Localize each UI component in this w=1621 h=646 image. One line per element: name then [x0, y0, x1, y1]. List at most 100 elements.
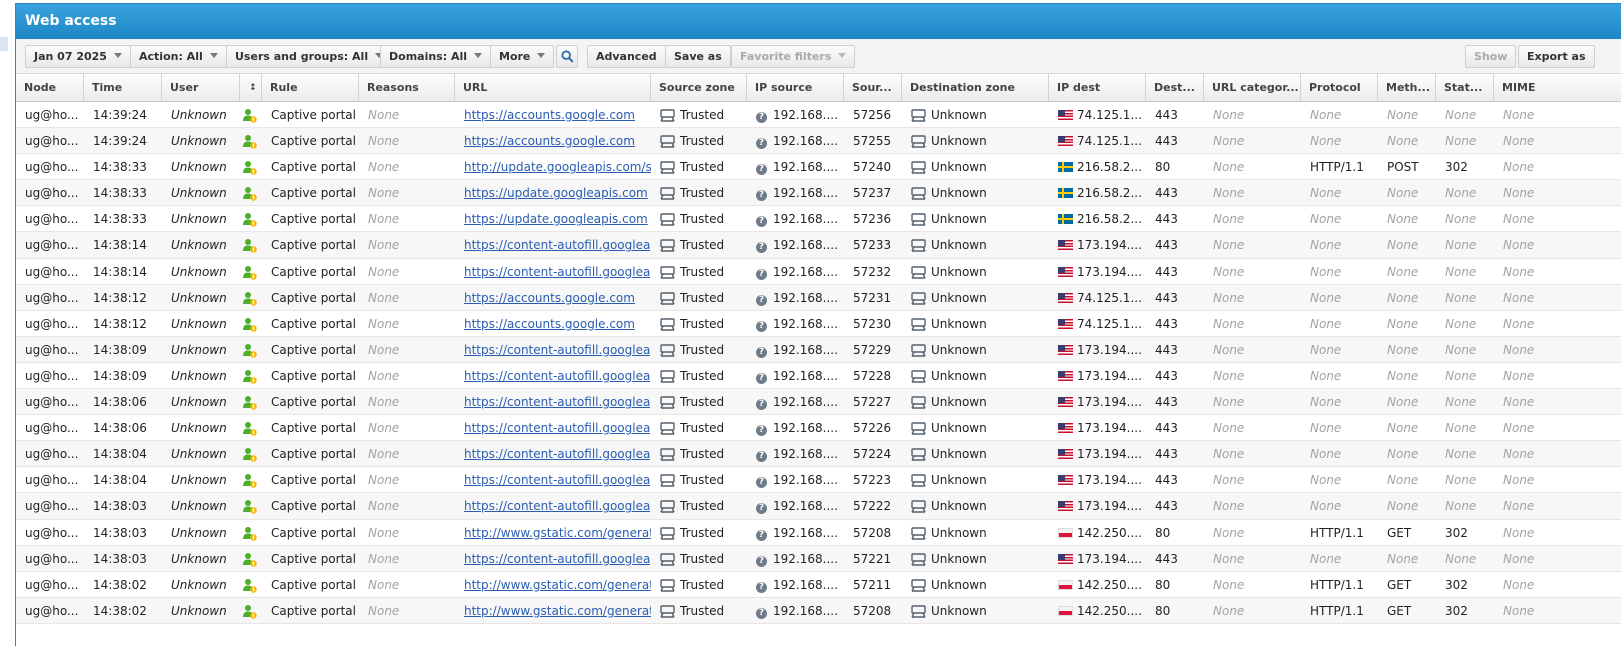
table-row[interactable]: ug@ho... 14:39:24 Unknown Captive portal…	[16, 102, 1621, 129]
table-row[interactable]: ug@ho... 14:38:02 Unknown Captive portal…	[16, 597, 1621, 624]
url-link[interactable]: https://accounts.google.com	[464, 317, 635, 331]
url-link[interactable]: https://content-autofill.googleap...	[464, 238, 651, 252]
url-link[interactable]: https://update.googleapis.com	[464, 212, 648, 226]
network-zone-icon	[911, 135, 926, 148]
table-row[interactable]: ug@ho... 14:38:33 Unknown Captive portal…	[16, 154, 1621, 181]
table-row[interactable]: ug@ho... 14:38:06 Unknown Captive portal…	[16, 389, 1621, 416]
user-auth-icon	[243, 213, 257, 228]
cell-ip-source: ? 192.168....	[747, 259, 844, 285]
ip-dest-label: 142.250....	[1077, 577, 1142, 592]
date-filter-button[interactable]: Jan 07 2025	[25, 45, 131, 68]
cell-time: 14:38:03	[93, 499, 147, 514]
advanced-button[interactable]: Advanced	[587, 45, 666, 68]
more-filter-button[interactable]: More	[490, 45, 555, 68]
url-link[interactable]: https://accounts.google.com	[464, 291, 635, 305]
column-header-destination-zone[interactable]: Destination zone	[902, 74, 1049, 102]
cell-node: ug@ho...	[25, 525, 79, 540]
table-row[interactable]: ug@ho... 14:38:33 Unknown Captive portal…	[16, 180, 1621, 207]
table-row[interactable]: ug@ho... 14:38:04 Unknown Captive portal…	[16, 467, 1621, 494]
column-header-time[interactable]: Time	[84, 74, 162, 102]
url-link[interactable]: https://content-autofill.googleap...	[464, 421, 651, 435]
export-as-button[interactable]: Export as	[1518, 45, 1595, 68]
cell-url-category: None	[1213, 525, 1245, 540]
column-header-status[interactable]: Stat...	[1436, 74, 1494, 102]
table-row[interactable]: ug@ho... 14:38:04 Unknown Captive portal…	[16, 441, 1621, 468]
ip-dest-label: 74.125.1...	[1077, 290, 1142, 305]
column-header-rule[interactable]: Rule	[262, 74, 359, 102]
destination-zone-label: Unknown	[931, 368, 987, 383]
column-header-method[interactable]: Meth...	[1378, 74, 1436, 102]
column-header-protocol[interactable]: Protocol	[1301, 74, 1378, 102]
cell-status: None	[1445, 316, 1477, 331]
table-row[interactable]: ug@ho... 14:38:03 Unknown Captive portal…	[16, 493, 1621, 520]
column-header-dest-port[interactable]: Dest...	[1146, 74, 1204, 102]
url-link[interactable]: https://content-autofill.googleap...	[464, 265, 651, 279]
table-row[interactable]: ug@ho... 14:39:24 Unknown Captive portal…	[16, 128, 1621, 155]
ip-source-label: 192.168....	[773, 134, 838, 149]
cell-time: 14:38:33	[93, 160, 147, 175]
url-link[interactable]: https://content-autofill.googleap...	[464, 499, 651, 513]
unknown-location-icon: ?	[756, 529, 767, 541]
domains-filter-button[interactable]: Domains: All	[380, 45, 492, 68]
cell-dest-port: 443	[1155, 238, 1178, 253]
table-row[interactable]: ug@ho... 14:38:09 Unknown Captive portal…	[16, 363, 1621, 390]
url-link[interactable]: https://content-autofill.googleap...	[464, 473, 651, 487]
country-flag-icon	[1058, 344, 1073, 355]
column-header-ip-dest[interactable]: IP dest	[1049, 74, 1146, 102]
column-header-url[interactable]: URL	[455, 74, 651, 102]
url-link[interactable]: https://content-autofill.googleap...	[464, 369, 651, 383]
cell-url-category: None	[1213, 577, 1245, 592]
cell-rule: Captive portal	[271, 551, 356, 566]
column-header-sort[interactable]: ↕	[240, 74, 262, 102]
table-row[interactable]: ug@ho... 14:38:03 Unknown Captive portal…	[16, 545, 1621, 572]
show-button[interactable]: Show	[1465, 45, 1517, 68]
url-link[interactable]: https://content-autofill.googleap...	[464, 552, 651, 566]
action-filter-button[interactable]: Action: All	[130, 45, 227, 68]
save-as-button[interactable]: Save as	[665, 45, 731, 68]
url-link[interactable]: http://www.gstatic.com/generat...	[464, 604, 651, 618]
url-link[interactable]: https://content-autofill.googleap...	[464, 447, 651, 461]
url-link[interactable]: http://www.gstatic.com/generat...	[464, 526, 651, 540]
url-link[interactable]: https://update.googleapis.com	[464, 186, 648, 200]
column-header-user[interactable]: User	[162, 74, 240, 102]
url-link[interactable]: https://accounts.google.com	[464, 134, 635, 148]
column-header-url-category[interactable]: URL categor...	[1204, 74, 1301, 102]
table-row[interactable]: ug@ho... 14:38:02 Unknown Captive portal…	[16, 572, 1621, 598]
column-header-ip-source[interactable]: IP source	[747, 74, 844, 102]
cell-ip-dest: 74.125.1...	[1049, 311, 1146, 337]
users-groups-filter-button[interactable]: Users and groups: All	[226, 45, 393, 68]
country-flag-icon	[1058, 553, 1073, 564]
column-header-source-port[interactable]: Sour...	[844, 74, 902, 102]
column-header-source-zone[interactable]: Source zone	[651, 74, 747, 102]
table-row[interactable]: ug@ho... 14:38:12 Unknown Captive portal…	[16, 284, 1621, 311]
network-zone-icon	[911, 344, 926, 357]
column-header-reasons[interactable]: Reasons	[359, 74, 455, 102]
search-button[interactable]	[556, 45, 578, 68]
destination-zone-label: Unknown	[931, 603, 987, 618]
cell-node: ug@ho...	[25, 368, 79, 383]
favorite-filters-button[interactable]: Favorite filters	[731, 45, 856, 68]
table-row[interactable]: ug@ho... 14:38:12 Unknown Captive portal…	[16, 311, 1621, 337]
cell-rule: Captive portal	[271, 134, 356, 149]
url-link[interactable]: http://www.gstatic.com/generat...	[464, 578, 651, 592]
column-header-mime[interactable]: MIME	[1494, 74, 1621, 102]
table-row[interactable]: ug@ho... 14:38:06 Unknown Captive portal…	[16, 415, 1621, 442]
cell-url: http://www.gstatic.com/generat...	[455, 598, 651, 624]
url-link[interactable]: https://content-autofill.googleap...	[464, 395, 651, 409]
cell-source-port: 57229	[853, 342, 892, 357]
cell-status: 302	[1445, 160, 1468, 175]
table-row[interactable]: ug@ho... 14:38:09 Unknown Captive portal…	[16, 336, 1621, 363]
table-row[interactable]: ug@ho... 14:38:14 Unknown Captive portal…	[16, 259, 1621, 285]
table-row[interactable]: ug@ho... 14:38:03 Unknown Captive portal…	[16, 520, 1621, 546]
column-header-node[interactable]: Node	[16, 74, 84, 102]
table-row[interactable]: ug@ho... 14:38:33 Unknown Captive portal…	[16, 206, 1621, 233]
cell-source-zone: Trusted	[651, 546, 747, 572]
country-flag-icon	[1058, 579, 1073, 590]
url-link[interactable]: https://accounts.google.com	[464, 108, 635, 122]
url-link[interactable]: http://update.googleapis.com/s...	[464, 160, 651, 174]
url-link[interactable]: https://content-autofill.googleap...	[464, 343, 651, 357]
network-zone-icon	[911, 448, 926, 461]
network-zone-icon	[660, 578, 675, 592]
table-row[interactable]: ug@ho... 14:38:14 Unknown Captive portal…	[16, 232, 1621, 259]
user-auth-icon	[243, 448, 257, 462]
